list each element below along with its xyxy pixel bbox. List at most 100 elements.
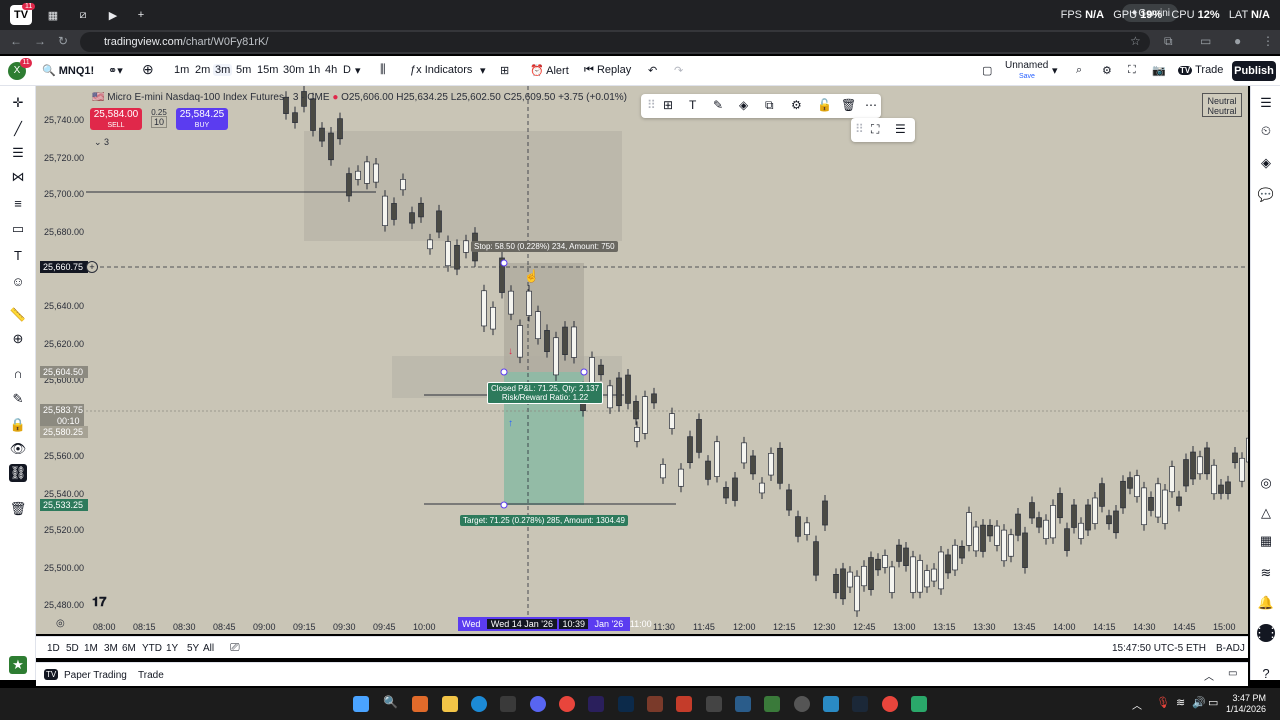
snapshot-camera-icon[interactable]: 📷 xyxy=(1152,64,1166,77)
timeframe-1h[interactable]: 1h xyxy=(306,64,322,76)
star-favorites-icon[interactable]: ★ xyxy=(9,656,27,674)
line-color-icon[interactable]: ✎ xyxy=(713,98,723,112)
stay-drawing-icon[interactable]: ✎ xyxy=(9,390,27,408)
range-5y[interactable]: 5Y xyxy=(187,643,199,654)
delete-drawing-icon[interactable]: 🗑 xyxy=(841,98,856,112)
search-icon[interactable]: 🔍 xyxy=(383,695,399,711)
symbol-search[interactable]: 🔍 MNQ1! xyxy=(42,64,94,77)
lock-drawing-icon[interactable]: 🔓 xyxy=(817,98,832,112)
app-icon-1[interactable] xyxy=(647,696,663,712)
timeframe-1m[interactable]: 1m xyxy=(172,64,191,76)
tab-icon-2[interactable]: ▦ xyxy=(42,5,64,25)
tray-chevron-icon[interactable]: ︿ xyxy=(1132,697,1142,712)
profile-avatar-icon[interactable]: ● xyxy=(1234,34,1241,48)
replay-button[interactable]: ⏮ Replay xyxy=(584,64,631,77)
price-scale[interactable]: 25,740.00 25,720.00 25,700.00 25,680.00 25,6… xyxy=(36,86,86,616)
trade-tab[interactable]: Trade xyxy=(138,670,164,681)
eye-icon[interactable]: 👁 xyxy=(9,440,27,458)
add-symbol-icon[interactable]: ⊕ xyxy=(142,61,154,78)
add-price-level-icon[interactable]: + xyxy=(86,261,98,273)
new-tab-icon[interactable]: + xyxy=(130,5,152,25)
ideas-icon[interactable]: △ xyxy=(1257,504,1275,522)
range-1m[interactable]: 1M xyxy=(84,643,98,654)
battery-icon[interactable]: ▭ xyxy=(1208,696,1218,709)
timeframe-30m[interactable]: 30m xyxy=(281,64,306,76)
layout-name[interactable]: Unnamed Save xyxy=(1005,61,1048,82)
taskbar-clock[interactable]: 3:47 PM 1/14/2026 xyxy=(1226,693,1266,715)
range-1y[interactable]: 1Y xyxy=(166,643,178,654)
back-icon[interactable]: ← xyxy=(10,34,22,48)
chart-svg[interactable]: ↓ ↑ ☝ xyxy=(36,86,1248,634)
publish-button[interactable]: Publish xyxy=(1232,61,1276,81)
more-icon[interactable]: ⋯ xyxy=(865,98,877,112)
indicator-collapse[interactable]: ⌄ 3 xyxy=(94,137,109,148)
app-icon-5[interactable] xyxy=(911,696,927,712)
template-icon[interactable]: ⊞ xyxy=(663,98,673,112)
target-icon[interactable]: ◎ xyxy=(1257,474,1275,492)
utc-clock[interactable]: 15:47:50 UTC-5 xyxy=(1112,643,1183,654)
tab-icon-3[interactable]: ⧄ xyxy=(72,5,94,25)
indicators-button[interactable]: ƒx Indicators xyxy=(410,64,472,76)
quick-search-icon[interactable]: ⌕ xyxy=(1076,64,1082,77)
app-icon-3[interactable] xyxy=(735,696,751,712)
extensions-icon[interactable]: ⧉ xyxy=(1164,34,1173,49)
fib-retracement-icon[interactable]: ≡ xyxy=(9,194,27,212)
timeframe-4h[interactable]: 4h xyxy=(323,64,339,76)
compare-icon[interactable]: ⚭▾ xyxy=(108,64,123,77)
width-handle[interactable] xyxy=(580,368,588,376)
templates-icon[interactable]: ⊞ xyxy=(500,64,509,77)
maximize-panel-icon[interactable]: ▭ xyxy=(1228,668,1237,679)
chart-canvas[interactable]: ↓ ↑ ☝ xyxy=(36,86,1248,634)
pitchfork-icon[interactable]: ⋈ xyxy=(9,168,27,186)
notifications-bell-icon[interactable]: 🔔 xyxy=(1257,594,1275,612)
rectangle-icon[interactable]: ▭ xyxy=(9,220,27,238)
sync-link-icon[interactable]: ⛓ xyxy=(9,464,27,482)
settings-gear-icon[interactable]: ⚙ xyxy=(1102,64,1112,77)
timezone-settings-icon[interactable]: ◎ xyxy=(56,618,65,629)
timeframe-D[interactable]: D xyxy=(341,64,353,76)
layout-dropdown-icon[interactable]: ▾ xyxy=(1052,64,1058,77)
layout-icon[interactable]: ▢ xyxy=(982,64,992,77)
chrome-active-icon[interactable] xyxy=(882,696,898,712)
symbol-title[interactable]: Micro E-mini Nasdaq-100 Index Futures · … xyxy=(107,92,329,103)
cast-icon[interactable]: ▭ xyxy=(1200,34,1211,48)
drag-handle-icon-2[interactable]: ⠿ xyxy=(855,122,864,136)
undo-icon[interactable]: ↶ xyxy=(648,64,657,77)
forward-icon[interactable]: → xyxy=(34,34,46,48)
chart-icon[interactable]: ⧉ xyxy=(765,98,774,113)
date-range-calendar-icon[interactable]: ⎚ xyxy=(230,640,240,655)
chrome-icon[interactable] xyxy=(559,696,575,712)
magnet-icon[interactable]: ∩ xyxy=(9,364,27,382)
apps-grid-icon[interactable]: ⋮⋮ xyxy=(1253,624,1279,642)
range-5d[interactable]: 5D xyxy=(66,643,79,654)
app-icon-4[interactable] xyxy=(823,696,839,712)
range-3m[interactable]: 3M xyxy=(104,643,118,654)
watchlist-icon[interactable]: ☰ xyxy=(1257,94,1275,112)
paper-trading-tab[interactable]: Paper Trading xyxy=(64,670,127,681)
range-6m[interactable]: 6M xyxy=(122,643,136,654)
trend-line-icon[interactable]: ╱ xyxy=(9,120,27,138)
reload-icon[interactable]: ↻ xyxy=(58,34,68,48)
timeframe-2m[interactable]: 2m xyxy=(193,64,212,76)
target-handle[interactable] xyxy=(500,501,508,509)
alerts-clock-icon[interactable]: ⏲ xyxy=(1257,122,1275,140)
range-all[interactable]: All xyxy=(203,643,214,654)
app-icon-2[interactable] xyxy=(676,696,692,712)
fill-color-icon[interactable]: ◈ xyxy=(739,98,748,112)
discord-icon[interactable] xyxy=(530,696,546,712)
store-icon[interactable] xyxy=(500,696,516,712)
redo-icon[interactable]: ↷ xyxy=(674,64,683,77)
fullscreen-icon[interactable]: ⛶ xyxy=(1128,64,1136,77)
sentiment-widget[interactable]: Neutral Neutral xyxy=(1202,93,1242,117)
address-bar[interactable]: tradingview.com/chart/W0Fy81rK/ xyxy=(80,32,1150,52)
sell-button[interactable]: 25,584.00 SELL xyxy=(90,108,142,130)
adjust-toggle[interactable]: B-ADJ xyxy=(1216,643,1245,654)
entry-handle[interactable] xyxy=(500,368,508,376)
crosshair-icon[interactable]: ✛ xyxy=(9,94,27,112)
timeframe-5m[interactable]: 5m xyxy=(234,64,253,76)
collapse-panel-icon[interactable]: ︿ xyxy=(1204,668,1214,683)
browser-menu-icon[interactable]: ⋮ xyxy=(1262,34,1274,48)
capcut-icon[interactable] xyxy=(706,696,722,712)
file-explorer-icon[interactable] xyxy=(442,696,458,712)
horizontal-lines-icon[interactable]: ☰ xyxy=(9,144,27,162)
